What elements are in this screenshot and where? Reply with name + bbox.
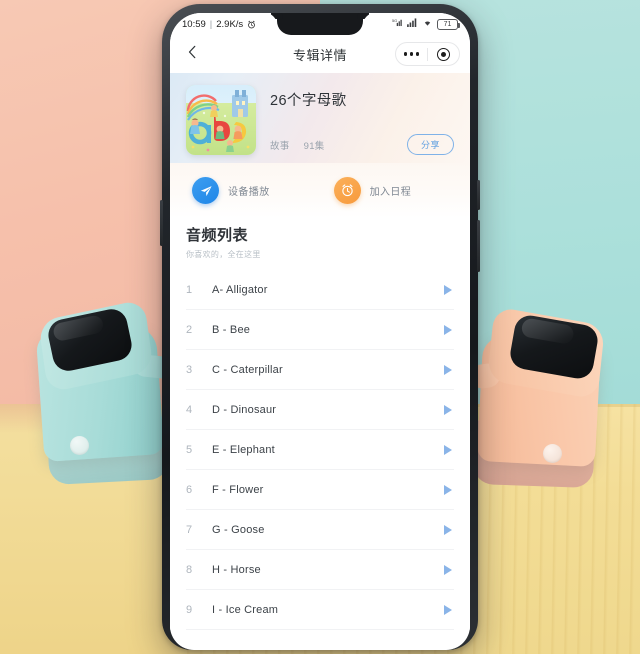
track-number: 7 xyxy=(186,523,193,536)
track-title: E - Elephant xyxy=(212,443,275,456)
alarm-clock-icon xyxy=(333,177,361,204)
svg-text:5G: 5G xyxy=(392,18,397,23)
track-number: 8 xyxy=(186,563,193,576)
back-button[interactable] xyxy=(180,42,204,66)
device-play-label: 设备播放 xyxy=(228,187,270,198)
phone-device: 10:59 | 2.9K/s 5G 71 专辑详情 26个字母歌 故事 91集 … xyxy=(160,4,480,650)
album-meta-row: 故事 91集 分享 xyxy=(270,134,454,155)
album-cover-art[interactable] xyxy=(186,85,256,155)
back-chevron-icon xyxy=(188,45,197,64)
track-title: G - Goose xyxy=(212,523,265,536)
battery-level: 71 xyxy=(443,20,452,28)
track-row[interactable]: 9 I - Ice Cream xyxy=(186,590,454,630)
status-time: 10:59 xyxy=(182,18,206,30)
phone-screen: 10:59 | 2.9K/s 5G 71 专辑详情 26个字母歌 故事 91集 … xyxy=(170,13,470,650)
track-row[interactable]: 2 B - Bee xyxy=(186,310,454,350)
album-header: 26个字母歌 故事 91集 分享 xyxy=(170,73,470,163)
section-title: 音频列表 xyxy=(186,227,249,244)
track-row[interactable]: 1 A- Alligator xyxy=(186,270,454,310)
alarm-clock-icon xyxy=(247,20,256,29)
track-row[interactable]: 8 H - Horse xyxy=(186,550,454,590)
add-schedule-label: 加入日程 xyxy=(369,187,412,198)
album-category: 故事 xyxy=(270,140,290,152)
track-number: 2 xyxy=(186,323,193,336)
album-row: 26个字母歌 故事 91集 分享 xyxy=(186,85,454,155)
speaker-button xyxy=(70,436,89,455)
play-triangle-icon[interactable] xyxy=(444,364,452,375)
miniprogram-capsule xyxy=(395,42,460,66)
battery-indicator: 71 xyxy=(437,18,460,30)
status-separator: | xyxy=(209,18,213,30)
track-row[interactable]: 5 E - Elephant xyxy=(186,430,454,470)
navigation-bar: 专辑详情 xyxy=(170,35,470,73)
action-bar: 设备播放 加入日程 xyxy=(170,163,470,218)
more-dots-icon xyxy=(404,52,419,56)
section-subtitle: 你喜欢的，全在这里 xyxy=(186,250,261,259)
network-speed: 2.9K/s xyxy=(216,18,244,30)
track-number: 9 xyxy=(186,603,193,616)
track-row[interactable]: 7 G - Goose xyxy=(186,510,454,550)
track-number: 6 xyxy=(186,483,193,496)
track-number: 5 xyxy=(186,443,193,456)
status-bar-left: 10:59 | 2.9K/s xyxy=(182,19,256,30)
track-row[interactable]: 4 D - Dinosaur xyxy=(186,390,454,430)
play-triangle-icon[interactable] xyxy=(444,444,452,455)
track-title: B - Bee xyxy=(212,323,251,336)
track-title: C - Caterpillar xyxy=(212,363,283,376)
more-menu-button[interactable] xyxy=(396,43,427,65)
add-schedule-action[interactable]: 加入日程 xyxy=(333,177,412,204)
signal-icon: 5G xyxy=(392,18,403,30)
track-title: I - Ice Cream xyxy=(212,603,279,616)
wifi-icon xyxy=(422,18,433,30)
album-episode-count: 91集 xyxy=(303,140,325,152)
peach-smart-speaker xyxy=(460,306,620,489)
play-triangle-icon[interactable] xyxy=(444,404,452,415)
phone-side-button-upper[interactable] xyxy=(477,180,480,210)
phone-power-button[interactable] xyxy=(477,220,480,272)
status-bar-right: 5G 71 xyxy=(392,18,460,30)
track-row[interactable]: 3 C - Caterpillar xyxy=(186,350,454,390)
track-number: 4 xyxy=(186,403,193,416)
play-triangle-icon[interactable] xyxy=(444,284,452,295)
track-title: A- Alligator xyxy=(212,283,268,296)
phone-notch xyxy=(277,13,363,35)
album-info: 26个字母歌 故事 91集 分享 xyxy=(270,85,454,155)
play-triangle-icon[interactable] xyxy=(444,524,452,535)
play-triangle-icon[interactable] xyxy=(444,604,452,615)
device-play-action[interactable]: 设备播放 xyxy=(192,177,270,204)
target-circle-icon xyxy=(437,47,450,61)
play-triangle-icon[interactable] xyxy=(444,324,452,335)
track-title: H - Horse xyxy=(212,563,261,576)
album-title: 26个字母歌 xyxy=(270,93,347,109)
play-triangle-icon[interactable] xyxy=(444,564,452,575)
speaker-button xyxy=(543,444,562,463)
audio-list-section-header: 音频列表 你喜欢的，全在这里 xyxy=(170,218,470,270)
paper-plane-icon xyxy=(192,177,219,204)
play-triangle-icon[interactable] xyxy=(444,484,452,495)
track-row[interactable]: 6 F - Flower xyxy=(186,470,454,510)
track-number: 1 xyxy=(186,283,193,296)
phone-volume-button[interactable] xyxy=(160,200,163,246)
track-title: F - Flower xyxy=(212,483,264,496)
close-miniprogram-button[interactable] xyxy=(428,43,459,65)
track-title: D - Dinosaur xyxy=(212,403,277,416)
signal-bars-icon xyxy=(407,18,418,30)
share-button[interactable]: 分享 xyxy=(406,134,454,155)
track-number: 3 xyxy=(186,363,193,376)
track-list: 1 A- Alligator 2 B - Bee 3 C - Caterpill… xyxy=(170,270,470,630)
